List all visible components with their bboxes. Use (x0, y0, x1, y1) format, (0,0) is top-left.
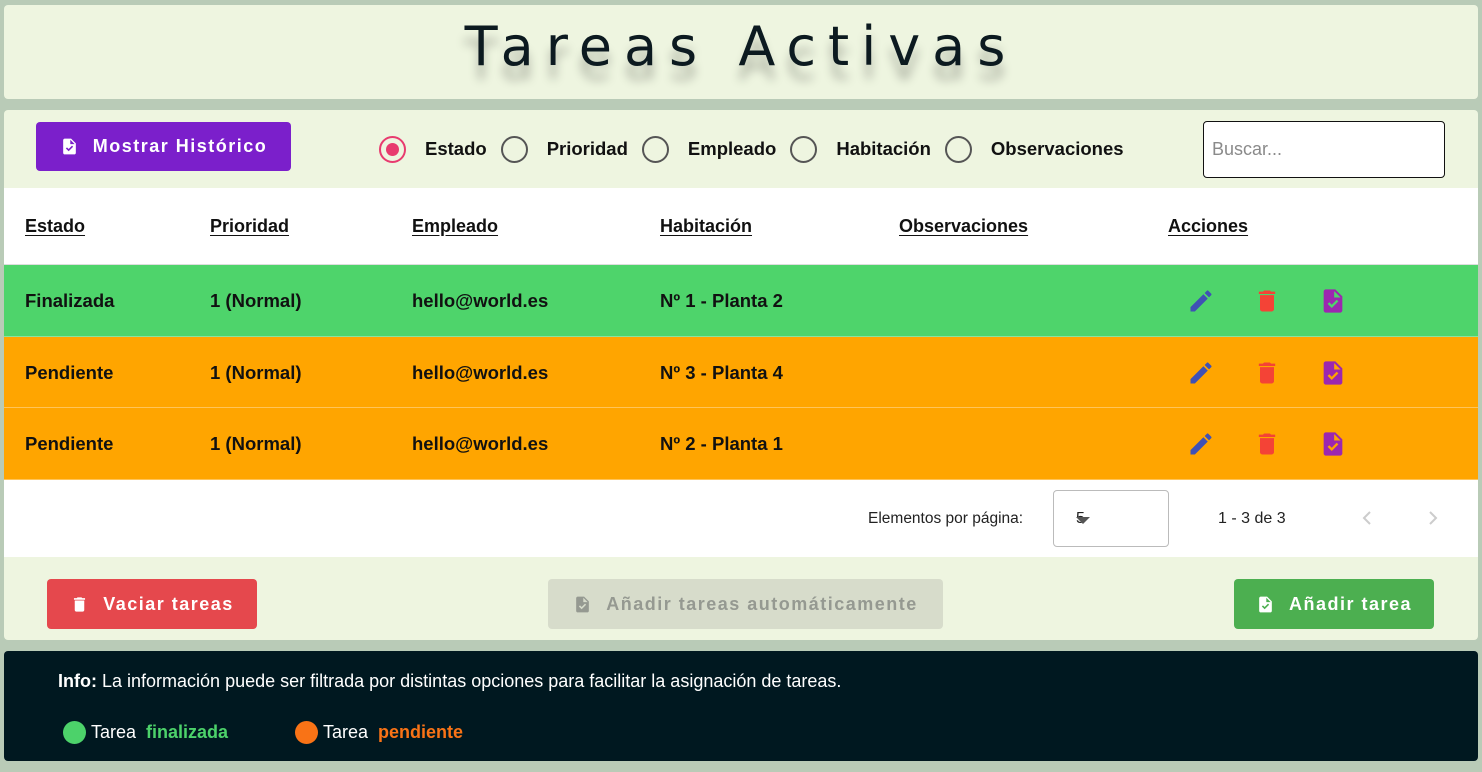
task-done-icon (1323, 432, 1343, 456)
legend-prefix: Tarea (323, 722, 369, 742)
cell-habitacion: Nº 2 - Planta 1 (660, 433, 783, 454)
edit-icon (1190, 361, 1212, 383)
filter-label: Habitación (836, 138, 931, 159)
paginator: Elementos por página: 5 1 - 3 de 3 (4, 479, 1478, 557)
cell-prioridad: 1 (Normal) (210, 290, 302, 311)
cell-prioridad: 1 (Normal) (210, 433, 302, 454)
add-task-button[interactable]: Añadir tarea (1234, 579, 1434, 629)
column-header-empleado[interactable]: Empleado (412, 216, 498, 237)
header-card: Tareas Activas (4, 5, 1478, 99)
auto-add-tasks-button[interactable]: Añadir tareas automáticamente (548, 579, 943, 629)
info-text: Info: La información puede ser filtrada … (58, 671, 841, 692)
page-range: 1 - 3 de 3 (1218, 509, 1286, 527)
filter-radio-prioridad[interactable]: Prioridad (500, 135, 628, 163)
delete-button[interactable] (1251, 357, 1283, 389)
complete-task-button[interactable] (1317, 357, 1349, 389)
delete-button[interactable] (1251, 428, 1283, 460)
search-input[interactable] (1203, 121, 1445, 178)
orange-dot-icon (295, 721, 318, 744)
column-header-acciones[interactable]: Acciones (1168, 216, 1248, 237)
table-row: Pendiente 1 (Normal) hello@world.es Nº 3 - … (4, 336, 1478, 408)
show-history-label: Mostrar Histórico (92, 136, 268, 156)
task-done-icon (1323, 289, 1343, 313)
filter-label: Prioridad (546, 138, 628, 159)
toolbar: Mostrar Histórico Estado Prioridad Emple… (4, 110, 1478, 188)
filter-radio-estado[interactable]: Estado (379, 135, 487, 163)
edit-button[interactable] (1185, 428, 1217, 460)
green-dot-icon (63, 721, 86, 744)
legend-finalizada: Tarea finalizada (63, 721, 228, 744)
radio-circle (500, 135, 528, 163)
table-row: Pendiente 1 (Normal) hello@world.es Nº 2 - … (4, 408, 1478, 480)
cell-empleado: hello@world.es (412, 361, 549, 383)
column-header-habitacion[interactable]: Habitación (660, 216, 752, 237)
previous-page-button[interactable] (1355, 506, 1379, 530)
tasks-card: Mostrar Histórico Estado Prioridad Emple… (4, 110, 1478, 640)
delete-icon (1258, 362, 1276, 383)
cell-estado: Finalizada (25, 290, 115, 311)
cell-empleado: hello@world.es (412, 433, 549, 454)
table-header: Estado Prioridad Empleado Habitación Obs… (4, 188, 1478, 265)
add-task-label: Añadir tarea (1288, 593, 1413, 614)
filter-label: Estado (425, 138, 487, 159)
cell-prioridad: 1 (Normal) (210, 361, 302, 383)
filter-radio-group: Estado Prioridad Empleado Habitación Obs… (379, 134, 1124, 164)
radio-circle (379, 135, 406, 163)
cell-habitacion: Nº 1 - Planta 2 (660, 290, 783, 311)
next-page-button[interactable] (1421, 506, 1445, 530)
show-history-button[interactable]: Mostrar Histórico (36, 122, 291, 171)
legend-pendiente: Tarea pendiente (295, 721, 463, 744)
complete-task-button[interactable] (1317, 428, 1349, 460)
filter-radio-empleado[interactable]: Empleado (641, 135, 777, 163)
filter-label: Observaciones (990, 138, 1124, 159)
edit-icon (1190, 290, 1212, 312)
table-body: Finalizada 1 (Normal) hello@world.es Nº 1 -… (4, 265, 1478, 480)
cell-empleado: hello@world.es (412, 290, 549, 311)
chevron-left-icon (1362, 510, 1371, 525)
column-header-prioridad[interactable]: Prioridad (210, 216, 289, 237)
clear-tasks-button[interactable]: Vaciar tareas (47, 579, 257, 629)
edit-button[interactable] (1185, 357, 1217, 389)
legend-word: pendiente (378, 722, 464, 742)
clear-tasks-label: Vaciar tareas (103, 593, 234, 614)
cell-estado: Pendiente (25, 361, 114, 383)
page-size-label: Elementos por página: (868, 509, 1024, 527)
dropdown-arrow-icon (1076, 516, 1090, 524)
legend-word: finalizada (146, 722, 229, 742)
tasks-table: Estado Prioridad Empleado Habitación Obs… (4, 188, 1478, 557)
info-panel: Info: La información puede ser filtrada … (4, 651, 1478, 761)
page-size-select[interactable]: 5 (1053, 489, 1169, 547)
column-header-estado[interactable]: Estado (25, 216, 85, 237)
column-header-observaciones[interactable]: Observaciones (899, 216, 1028, 237)
delete-icon (1258, 433, 1276, 455)
delete-button[interactable] (1251, 285, 1283, 317)
complete-task-button[interactable] (1317, 285, 1349, 317)
edit-icon (1190, 433, 1212, 455)
chevron-right-icon (1429, 510, 1438, 525)
edit-button[interactable] (1185, 285, 1217, 317)
task-done-icon (1323, 360, 1343, 385)
filter-radio-observaciones[interactable]: Observaciones (944, 135, 1124, 163)
page-title: Tareas Activas (464, 14, 1018, 78)
info-message: La información puede ser filtrada por di… (102, 671, 842, 691)
trash-icon (74, 596, 86, 612)
radio-circle (790, 135, 818, 163)
filter-label: Empleado (687, 138, 777, 159)
cell-estado: Pendiente (25, 433, 114, 454)
radio-circle (944, 135, 972, 163)
legend-prefix: Tarea (91, 722, 137, 742)
task-file-icon (62, 138, 76, 155)
filter-radio-habitacion[interactable]: Habitación (790, 135, 931, 163)
radio-circle (641, 135, 669, 163)
task-file-icon (1259, 596, 1272, 612)
table-row: Finalizada 1 (Normal) hello@world.es Nº 1 -… (4, 265, 1478, 337)
task-file-icon (576, 596, 590, 612)
info-label: Info: (58, 671, 97, 691)
cell-habitacion: Nº 3 - Planta 4 (660, 361, 783, 383)
delete-icon (1258, 290, 1276, 312)
auto-add-tasks-label: Añadir tareas automáticamente (606, 593, 918, 614)
